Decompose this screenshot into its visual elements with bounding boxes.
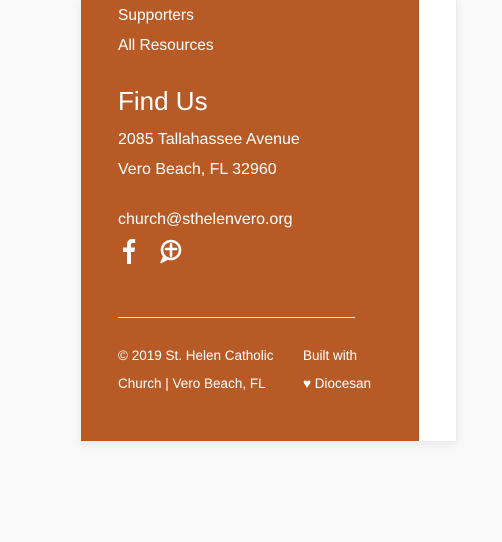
flocknote-icon[interactable] bbox=[158, 237, 184, 265]
footer-card: Supporters All Resources Find Us 2085 Ta… bbox=[81, 0, 457, 442]
copyright-line-2: Church | Vero Beach, FL bbox=[118, 376, 266, 391]
copyright-text: © 2019 St. Helen Catholic Church | Vero … bbox=[118, 342, 298, 398]
footer-divider bbox=[118, 317, 355, 318]
built-with-line-1: Built with bbox=[303, 348, 358, 363]
email-link[interactable]: church@sthelenvero.org bbox=[118, 211, 293, 229]
built-with-line-2: ♥ Diocesan bbox=[303, 376, 372, 391]
built-with-diocesan-link[interactable]: Built with ♥ Diocesan bbox=[303, 342, 413, 398]
address-line-1: 2085 Tallahassee Avenue bbox=[118, 131, 300, 148]
copyright-line-1: © 2019 St. Helen Catholic bbox=[118, 348, 274, 363]
facebook-icon[interactable] bbox=[116, 237, 142, 265]
find-us-heading: Find Us bbox=[118, 86, 208, 116]
site-footer: Supporters All Resources Find Us 2085 Ta… bbox=[81, 0, 419, 441]
address-line-2: Vero Beach, FL 32960 bbox=[118, 161, 277, 178]
supporters-link[interactable]: Supporters bbox=[118, 7, 194, 25]
all-resources-link[interactable]: All Resources bbox=[118, 37, 214, 55]
